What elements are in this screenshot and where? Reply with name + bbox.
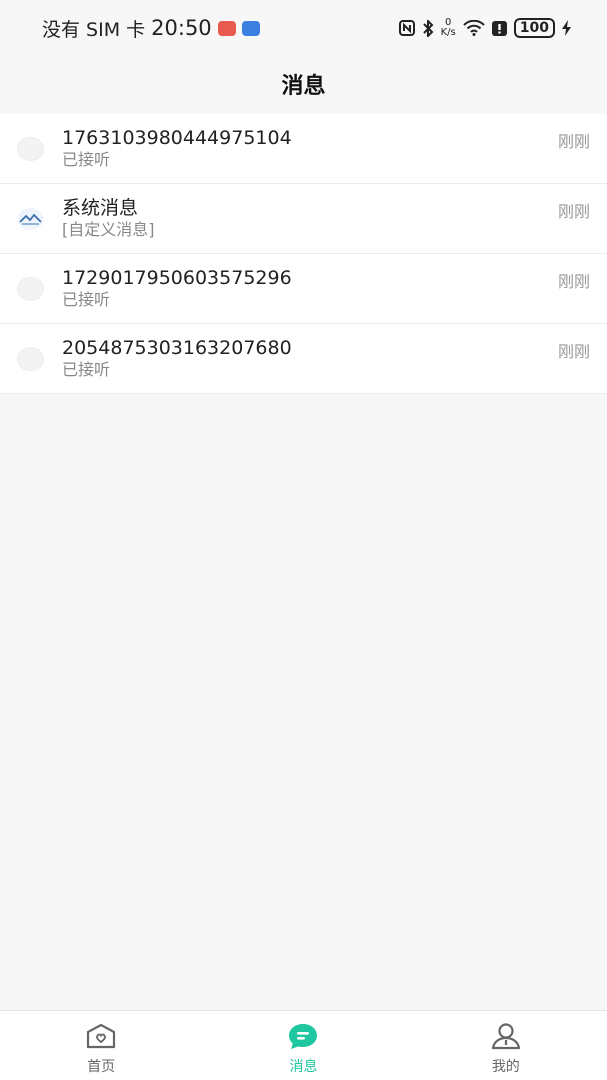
message-subtitle: 已接听 (62, 290, 111, 309)
nfc-icon (398, 20, 415, 36)
clock: 20:50 (151, 16, 212, 40)
message-title: 系统消息 (62, 197, 139, 219)
status-left: 没有 SIM 卡 20:50 (42, 15, 260, 42)
wifi-icon (463, 20, 485, 36)
title-bar: 消息 (0, 56, 607, 112)
tab-profile-label: 我的 (491, 1059, 520, 1075)
bluetooth-icon (422, 19, 434, 37)
avatar (17, 277, 44, 301)
message-subtitle: 已接听 (62, 150, 111, 169)
usb-icon (241, 20, 260, 36)
carrier-text: 没有 SIM 卡 (42, 18, 146, 41)
message-icon (289, 1024, 318, 1049)
message-time: 刚刚 (557, 202, 590, 221)
battery-indicator: 100 (513, 18, 555, 38)
avatar (17, 347, 44, 371)
message-row[interactable]: 系统消息 [自定义消息] 刚刚 (0, 184, 607, 254)
tab-home-label: 首页 (87, 1059, 116, 1075)
message-text: 2054875303163207680 已接听 (62, 336, 292, 380)
status-right: 0 K/s 100 (398, 18, 571, 38)
message-text: 1729017950603575296 已接听 (62, 266, 292, 310)
message-title: 2054875303163207680 (62, 337, 292, 359)
page-title: 消息 (281, 74, 326, 99)
message-title: 1729017950603575296 (62, 267, 292, 289)
avatar (17, 137, 44, 161)
house-logo-icon (17, 207, 44, 231)
message-time: 刚刚 (557, 272, 590, 291)
tab-profile[interactable]: 我的 (405, 1011, 607, 1080)
tab-home[interactable]: 首页 (0, 1011, 202, 1080)
home-icon (87, 1023, 116, 1049)
tab-messages-label: 消息 (289, 1059, 318, 1075)
speed-unit: K/s (440, 27, 456, 38)
message-time: 刚刚 (557, 342, 590, 361)
message-row[interactable]: 1763103980444975104 已接听 刚刚 (0, 114, 607, 184)
message-row[interactable]: 2054875303163207680 已接听 刚刚 (0, 324, 607, 394)
bottom-tab-bar: 首页 消息 我的 (0, 1010, 607, 1080)
alert-icon (491, 20, 507, 36)
message-title: 1763103980444975104 (62, 127, 292, 149)
message-row[interactable]: 1729017950603575296 已接听 刚刚 (0, 254, 607, 324)
message-subtitle: [自定义消息] (62, 220, 155, 239)
network-speed: 0 K/s (441, 18, 456, 38)
message-text: 1763103980444975104 已接听 (62, 126, 292, 170)
charging-icon (562, 20, 571, 36)
status-bar: 没有 SIM 卡 20:50 0 K/s 100 (0, 0, 607, 56)
message-time: 刚刚 (557, 132, 590, 151)
message-list: 1763103980444975104 已接听 刚刚 系统消息 [自定义消息] … (0, 114, 607, 394)
message-subtitle: 已接听 (62, 360, 111, 379)
message-text: 系统消息 [自定义消息] (62, 196, 155, 240)
notification-red-icon (217, 20, 236, 36)
tab-messages[interactable]: 消息 (202, 1011, 404, 1080)
profile-icon (491, 1023, 520, 1050)
